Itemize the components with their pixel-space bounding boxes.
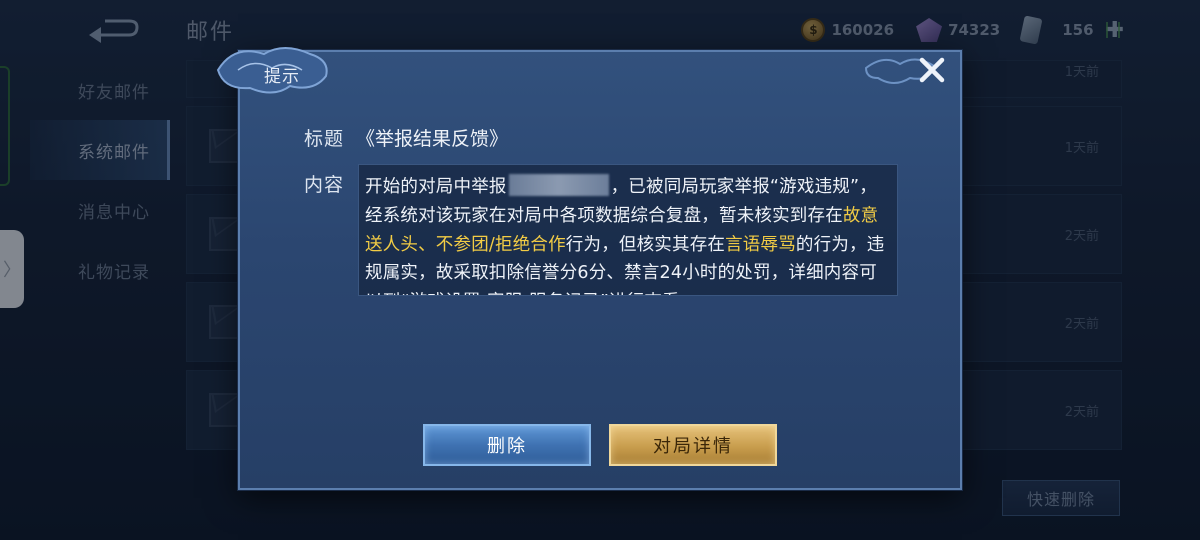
delete-button[interactable]: 删除	[423, 424, 591, 466]
content-label: 内容	[304, 174, 345, 196]
dialog-title: 提示	[264, 67, 300, 87]
close-icon	[919, 57, 945, 83]
subject-value: 《举报结果反馈》	[356, 128, 509, 150]
message-content-box[interactable]: 开始的对局中举报 ，已被同局玩家举报“游戏违规”，经系统对该玩家在对局中各项数据综…	[358, 164, 898, 296]
message-content: 开始的对局中举报 ，已被同局玩家举报“游戏违规”，经系统对该玩家在对局中各项数据综…	[359, 165, 897, 295]
close-button[interactable]	[916, 54, 948, 86]
redacted-player-name	[508, 174, 609, 196]
match-details-button[interactable]: 对局详情	[609, 424, 777, 466]
highlight-abuse: 言语辱骂	[725, 234, 796, 255]
subject-label: 标题	[304, 128, 345, 150]
